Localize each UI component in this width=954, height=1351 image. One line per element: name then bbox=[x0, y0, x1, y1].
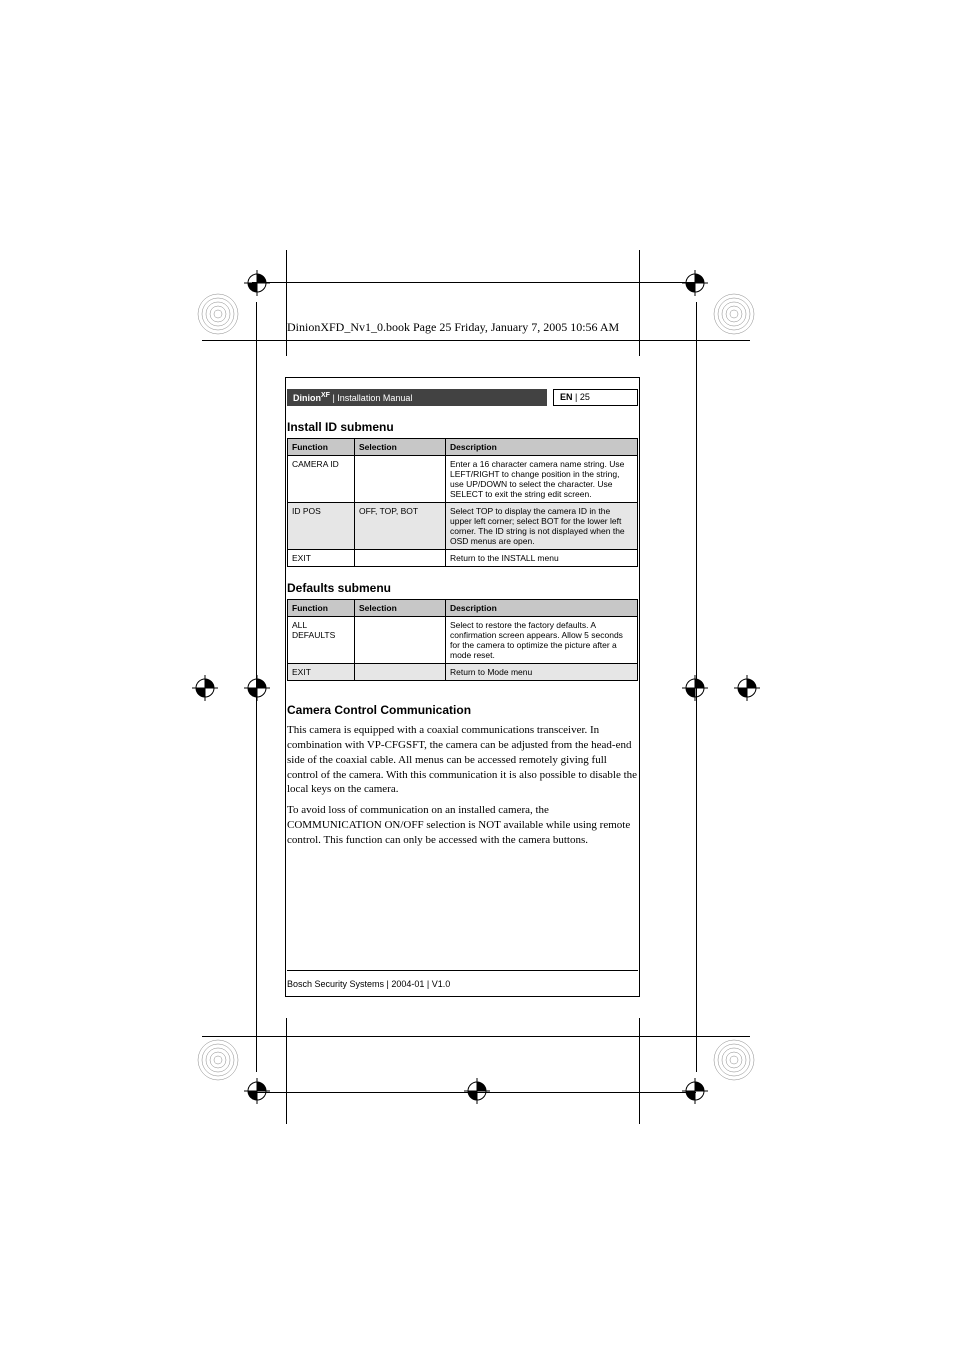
brand-superscript: XF bbox=[321, 392, 330, 399]
crosshair-icon bbox=[244, 270, 270, 296]
crop-line bbox=[252, 1092, 696, 1093]
crosshair-icon bbox=[244, 675, 270, 701]
brand-name: Dinion bbox=[293, 393, 321, 403]
header-title-bar: DinionXF | Installation Manual bbox=[287, 389, 547, 406]
cell-function: EXIT bbox=[288, 664, 355, 681]
section-title-ccc: Camera Control Communication bbox=[287, 703, 638, 717]
registration-mark-icon bbox=[712, 292, 756, 336]
cell-selection bbox=[355, 617, 446, 664]
crosshair-icon bbox=[734, 675, 760, 701]
section-title-install-id: Install ID submenu bbox=[287, 420, 638, 434]
cell-selection bbox=[355, 550, 446, 567]
footer-text: Bosch Security Systems | 2004-01 | V1.0 bbox=[287, 979, 450, 989]
page-header: DinionXF | Installation Manual EN | 25 bbox=[287, 389, 638, 406]
col-description: Description bbox=[446, 439, 638, 456]
ccc-paragraph-2: To avoid loss of communication on an ins… bbox=[287, 803, 638, 848]
crop-line bbox=[286, 250, 287, 356]
crop-line bbox=[639, 1018, 640, 1124]
crop-line bbox=[286, 1018, 287, 1124]
crosshair-icon bbox=[464, 1078, 490, 1104]
lang-code: EN bbox=[560, 392, 573, 402]
crop-line bbox=[202, 340, 750, 341]
col-description: Description bbox=[446, 600, 638, 617]
crosshair-icon bbox=[682, 675, 708, 701]
crop-line bbox=[202, 1036, 750, 1037]
cell-selection: OFF, TOP, BOT bbox=[355, 503, 446, 550]
table-defaults: Function Selection Description ALL DEFAU… bbox=[287, 599, 638, 681]
crop-line bbox=[256, 302, 257, 1072]
col-selection: Selection bbox=[355, 600, 446, 617]
cell-function: ID POS bbox=[288, 503, 355, 550]
crop-line bbox=[639, 250, 640, 356]
col-function: Function bbox=[288, 600, 355, 617]
cell-function: ALL DEFAULTS bbox=[288, 617, 355, 664]
table-row: EXIT Return to Mode menu bbox=[288, 664, 638, 681]
page-content: DinionXF | Installation Manual EN | 25 I… bbox=[287, 379, 638, 995]
registration-mark-icon bbox=[196, 1038, 240, 1082]
crop-line bbox=[696, 302, 697, 1072]
table-header-row: Function Selection Description bbox=[288, 600, 638, 617]
page-sep: | bbox=[573, 392, 580, 402]
cell-function: CAMERA ID bbox=[288, 456, 355, 503]
table-install-id: Function Selection Description CAMERA ID… bbox=[287, 438, 638, 567]
crosshair-icon bbox=[244, 1078, 270, 1104]
crosshair-icon bbox=[682, 1078, 708, 1104]
manual-title: Installation Manual bbox=[337, 393, 412, 403]
registration-mark-icon bbox=[196, 292, 240, 336]
cell-description: Enter a 16 character camera name string.… bbox=[446, 456, 638, 503]
cell-description: Return to the INSTALL menu bbox=[446, 550, 638, 567]
table-row: EXIT Return to the INSTALL menu bbox=[288, 550, 638, 567]
cell-description: Select to restore the factory defaults. … bbox=[446, 617, 638, 664]
footer-rule bbox=[287, 970, 638, 971]
section-title-defaults: Defaults submenu bbox=[287, 581, 638, 595]
cell-description: Select TOP to display the camera ID in t… bbox=[446, 503, 638, 550]
page-number: 25 bbox=[580, 392, 590, 402]
cell-selection bbox=[355, 456, 446, 503]
crop-line bbox=[252, 282, 696, 283]
table-header-row: Function Selection Description bbox=[288, 439, 638, 456]
ccc-paragraph-1: This camera is equipped with a coaxial c… bbox=[287, 723, 638, 797]
table-row: ALL DEFAULTS Select to restore the facto… bbox=[288, 617, 638, 664]
col-selection: Selection bbox=[355, 439, 446, 456]
col-function: Function bbox=[288, 439, 355, 456]
table-row: ID POS OFF, TOP, BOT Select TOP to displ… bbox=[288, 503, 638, 550]
cell-function: EXIT bbox=[288, 550, 355, 567]
table-row: CAMERA ID Enter a 16 character camera na… bbox=[288, 456, 638, 503]
registration-mark-icon bbox=[712, 1038, 756, 1082]
cell-description: Return to Mode menu bbox=[446, 664, 638, 681]
proof-header: DinionXFD_Nv1_0.book Page 25 Friday, Jan… bbox=[287, 320, 619, 335]
cell-selection bbox=[355, 664, 446, 681]
crosshair-icon bbox=[192, 675, 218, 701]
header-page-box: EN | 25 bbox=[553, 389, 638, 406]
crosshair-icon bbox=[682, 270, 708, 296]
